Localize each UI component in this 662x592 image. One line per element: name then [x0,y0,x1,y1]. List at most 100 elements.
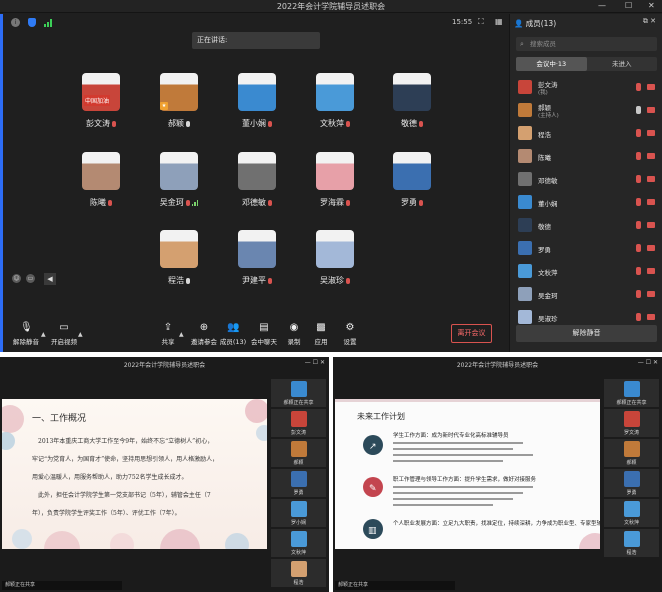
avatar [393,152,431,190]
member-mic-icon[interactable] [636,152,641,160]
tab-in-meeting[interactable]: 会议中·13 [516,57,587,71]
member-row[interactable]: 邓德敏 [516,169,657,189]
member-mic-icon[interactable] [636,83,641,91]
thumbnail-avatar [291,531,307,547]
video-thumbnail[interactable]: 罗文涛 [604,409,659,437]
tab-not-joined[interactable]: 未进入 [587,57,658,71]
participant-tile[interactable]: 吴金珂 [139,152,219,222]
participant-tile[interactable]: 陈曦 [61,152,141,222]
video-thumbnail[interactable]: 郝颖正在共享 [271,379,326,407]
settings-button[interactable]: ⚙ 设置 [332,322,368,346]
participant-tile[interactable]: 罗勇 [372,152,452,222]
emoji-icon[interactable]: ☺ [12,274,21,283]
screenshot-root: 2022年会计学院辅导员述职会 — ☐ ✕ i 15:55 ⛶ ▦ 正在讲话: … [0,0,662,592]
member-row[interactable]: 吴淑珍 [516,307,657,327]
close-icon[interactable]: ✕ [648,1,655,10]
member-camera-icon[interactable] [647,130,655,136]
member-mic-icon[interactable] [636,221,641,229]
participant-tile[interactable]: 程浩 [139,230,219,300]
maximize-icon[interactable]: ☐ [625,1,632,10]
video-thumbnail[interactable]: 程浩 [604,529,659,557]
participant-tile[interactable]: ★ 郝颖 [139,73,219,143]
member-row[interactable]: 郝颖 (主持人) [516,100,657,120]
member-row[interactable]: 彭文涛 (我) [516,77,657,97]
member-row[interactable]: 陈曦 [516,146,657,166]
collapse-arrow-icon[interactable]: ◀ [44,273,56,285]
member-mic-icon[interactable] [636,106,641,114]
info-icon[interactable]: i [11,18,20,27]
participant-tile[interactable]: 中国加油 彭文涛 [61,73,141,143]
shield-icon[interactable] [28,18,36,27]
member-camera-icon[interactable] [647,176,655,182]
member-camera-icon[interactable] [647,245,655,251]
member-mic-icon[interactable] [636,198,641,206]
unmute-all-button[interactable]: 解除静音 [516,325,657,342]
video-thumbnail[interactable]: 罗小娴 [271,499,326,527]
member-mic-icon[interactable] [636,313,641,321]
panel-close-icon[interactable]: ✕ [650,17,656,25]
member-mic-icon[interactable] [636,175,641,183]
participant-tile[interactable]: 邓德敏 [217,152,297,222]
member-row[interactable]: 文秋萍 [516,261,657,281]
participant-tile[interactable]: 罗海霖 [295,152,375,222]
mute-button[interactable]: 🎙 解除静音 [8,322,44,346]
member-row[interactable]: 罗勇 [516,238,657,258]
panel-title: 👤 成员(13) [514,18,556,29]
video-options-caret[interactable]: ▲ [78,331,83,338]
video-thumbnail[interactable]: 程浩 [271,559,326,587]
member-search-input[interactable]: ⌕ 搜索成员 [516,37,657,51]
video-button[interactable]: ▭ 开启视频 [46,322,82,346]
minimize-icon[interactable]: — [598,1,606,10]
participant-tile[interactable]: 敬德 [372,73,452,143]
participant-tile[interactable]: 吴淑珍 [295,230,375,300]
member-search-placeholder: 搜索成员 [530,40,556,48]
member-camera-icon[interactable] [647,291,655,297]
member-camera-icon[interactable] [647,153,655,159]
mute-options-caret[interactable]: ▲ [41,331,46,338]
video-thumbnail[interactable]: 郝颖 [604,439,659,467]
share-options-caret[interactable]: ▲ [179,331,184,338]
thumbnail-avatar [291,441,307,457]
avatar [160,152,198,190]
mic-icon [268,120,272,127]
member-mic-icon[interactable] [636,244,641,252]
fullscreen-icon[interactable]: ⛶ [478,17,484,27]
members-panel: 👤 成员(13) ⧉ ✕ ⌕ 搜索成员 会议中·13 未进入 彭文涛 (我) 郝颖 (主… [509,14,662,352]
left-window-title: 2022年会计学院辅导员述职会 [123,362,206,369]
member-mic-icon[interactable] [636,267,641,275]
member-camera-icon[interactable] [647,107,655,113]
video-thumbnail[interactable]: 文秋萍 [271,529,326,557]
leave-meeting-button[interactable]: 离开会议 [451,324,492,343]
video-thumbnail[interactable]: 郝颖 [271,439,326,467]
member-row[interactable]: 敬德 [516,215,657,235]
participant-tile[interactable]: 尹建平 [217,230,297,300]
member-camera-icon[interactable] [647,199,655,205]
video-thumbnail[interactable]: 彭文涛 [271,409,326,437]
member-mic-icon[interactable] [636,129,641,137]
member-row[interactable]: 吴金珂 [516,284,657,304]
layout-icon[interactable]: ▦ [495,17,503,26]
member-row[interactable]: 董小娴 [516,192,657,212]
video-thumbnail[interactable]: 罗勇 [271,469,326,497]
left-window-controls[interactable]: — ☐ ✕ [305,359,325,366]
member-avatar [518,103,532,117]
participant-tile[interactable]: 董小娴 [217,73,297,143]
participant-tile[interactable]: 文秋萍 [295,73,375,143]
member-camera-icon[interactable] [647,314,655,320]
member-mic-icon[interactable] [636,290,641,298]
video-thumbnail[interactable]: 郝颖正在共享 [604,379,659,407]
popout-icon[interactable]: ⧉ [643,17,648,25]
network-signal-icon[interactable] [44,18,52,27]
video-thumbnail[interactable]: 罗勇 [604,469,659,497]
members-label: 成员(13) [219,338,247,346]
video-thumbnail[interactable]: 文秋萍 [604,499,659,527]
member-camera-icon[interactable] [647,268,655,274]
member-camera-icon[interactable] [647,84,655,90]
mic-off-icon: 🎙 [20,322,33,333]
member-row[interactable]: 程浩 [516,123,657,143]
right-window-controls[interactable]: — ☐ ✕ [638,359,658,366]
mic-icon [346,277,350,284]
member-camera-icon[interactable] [647,222,655,228]
mic-icon [185,199,190,206]
chat-bubble-icon[interactable]: ▭ [26,274,35,283]
